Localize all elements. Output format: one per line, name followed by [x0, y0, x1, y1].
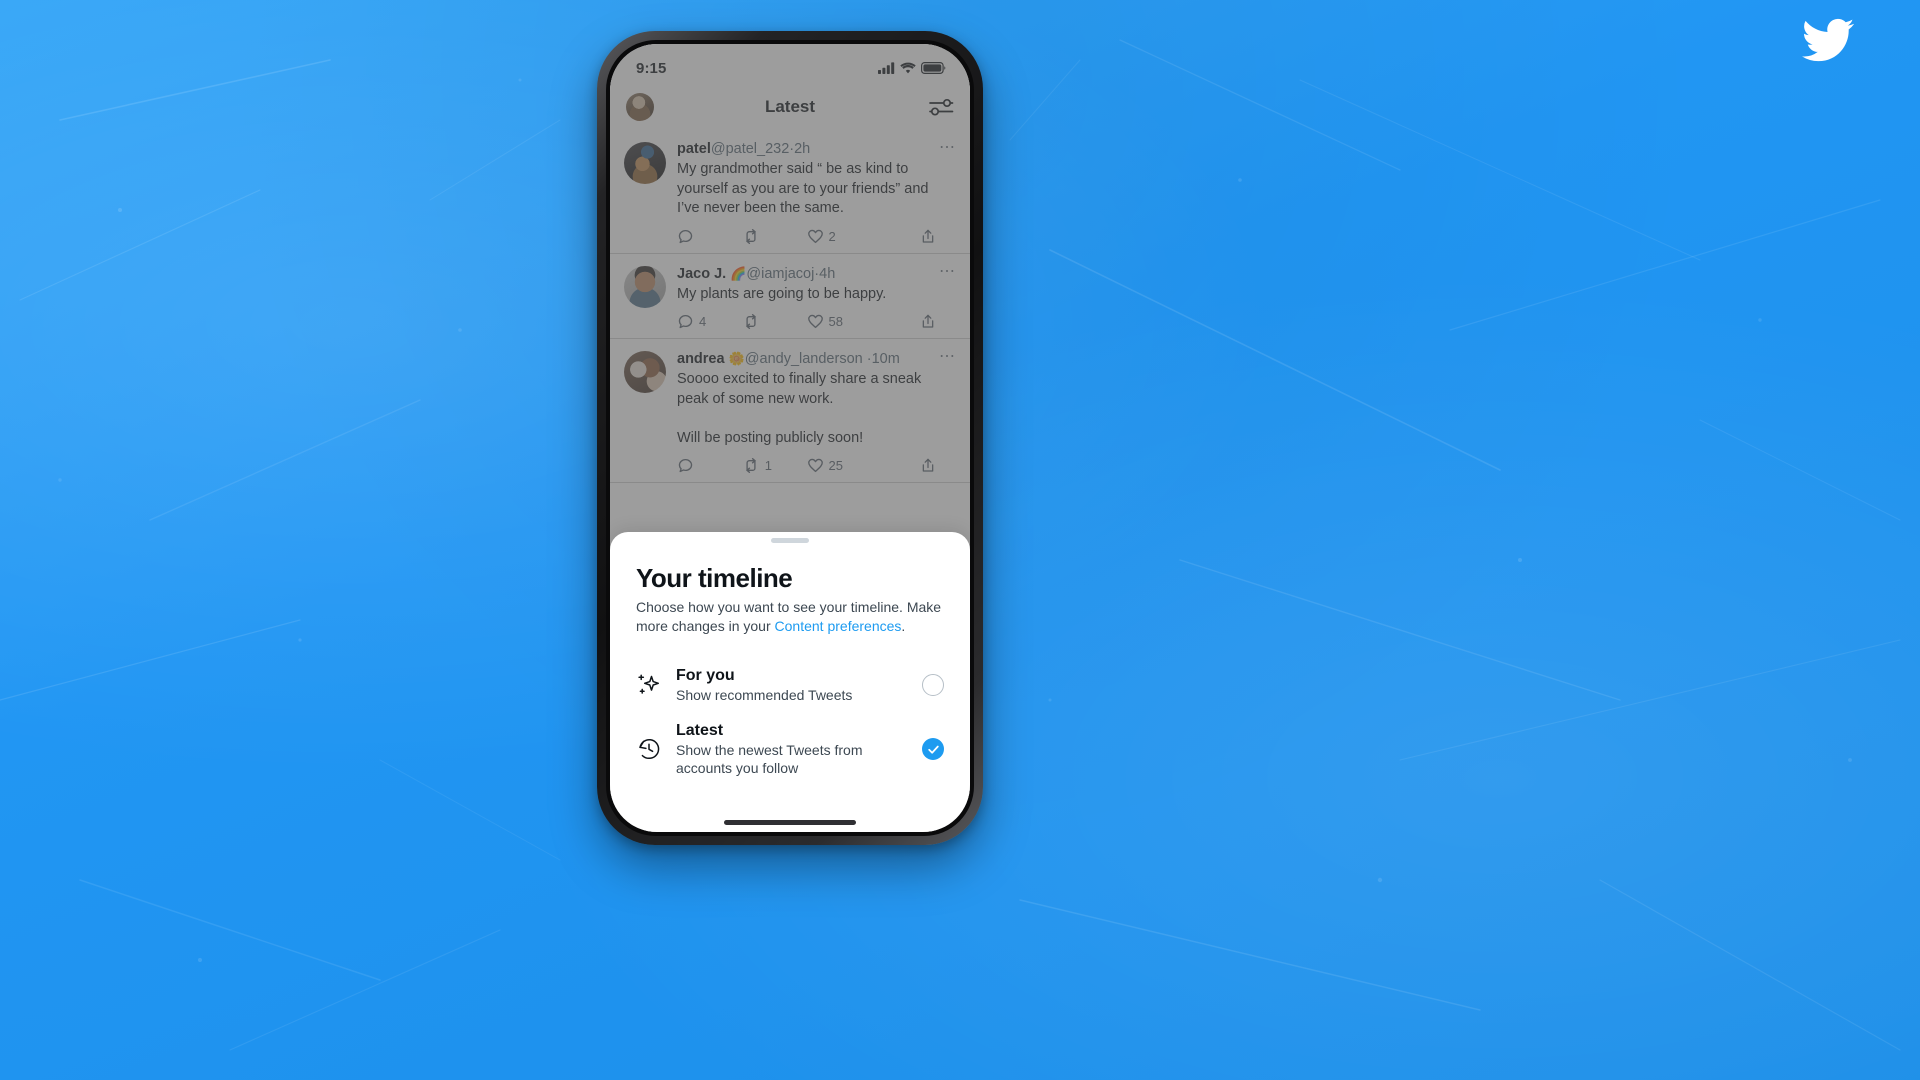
sliders-icon[interactable] — [928, 96, 954, 118]
sparkle-icon — [638, 674, 660, 694]
sheet-subtitle-part2: . — [901, 617, 906, 634]
share-button[interactable] — [871, 313, 936, 330]
twitter-bird-icon — [1802, 18, 1854, 62]
retweet-count: 1 — [764, 458, 772, 473]
wifi-icon — [900, 62, 916, 74]
phone-screen: 9:15 Latest ⋯ patel@patel_232·2h My gran… — [610, 44, 970, 832]
retweet-button[interactable] — [742, 313, 807, 330]
share-button[interactable] — [871, 457, 936, 474]
option-description: Show recommended Tweets — [676, 686, 853, 703]
tweet-timestamp: 10m — [871, 351, 900, 367]
share-button[interactable] — [871, 228, 936, 245]
tweet-actions: 2 — [677, 228, 936, 245]
timeline-options-list: For you Show recommended Tweets Latest S… — [636, 657, 944, 785]
tweet-actions: 1 25 — [677, 457, 936, 474]
radio-button-unselected[interactable] — [922, 674, 944, 696]
tweet-header: patel@patel_232·2h — [677, 140, 936, 159]
tweet-body: ⋯ Jaco J. 🌈@iamjacoj·4h My plants are go… — [677, 263, 956, 335]
share-icon — [922, 314, 934, 328]
option-description: Show the newest Tweets from accounts you… — [676, 742, 863, 776]
reply-button[interactable] — [677, 228, 742, 245]
option-text: For you Show recommended Tweets — [676, 666, 908, 705]
like-button[interactable]: 2 — [807, 228, 872, 245]
option-for-you[interactable]: For you Show recommended Tweets — [636, 657, 944, 713]
reply-icon — [678, 229, 693, 243]
tweet-text: My grandmother said “ be as kind to your… — [677, 161, 929, 216]
tweet-item[interactable]: ⋯ Jaco J. 🌈@iamjacoj·4h My plants are go… — [610, 254, 970, 339]
author-badge-emoji: 🌼 — [728, 351, 745, 366]
tweet-actions: 4 58 — [677, 313, 936, 330]
more-options-icon[interactable]: ⋯ — [939, 140, 956, 156]
tweet-author-handle: @andy_landerson — [744, 351, 863, 367]
tweet-body: ⋯ andrea 🌼@andy_landerson ·10m Soooo exc… — [677, 349, 956, 478]
radio-button-selected[interactable] — [922, 738, 944, 760]
content-preferences-link[interactable]: Content preferences — [775, 618, 902, 634]
page-title: Latest — [764, 97, 816, 116]
option-text: Latest Show the newest Tweets from accou… — [676, 721, 908, 777]
timeline-settings-sheet: Your timeline Choose how you want to see… — [610, 532, 970, 832]
retweet-icon — [745, 458, 756, 473]
author-badge-emoji: 🌈 — [730, 265, 747, 281]
tweet-author-handle: @patel_232 — [710, 141, 790, 157]
app-header: Latest — [610, 84, 970, 130]
reply-button[interactable]: 4 — [677, 313, 742, 330]
option-latest[interactable]: Latest Show the newest Tweets from accou… — [636, 713, 944, 785]
like-count: 2 — [828, 228, 836, 244]
tweet-header: andrea 🌼@andy_landerson ·10m — [677, 349, 936, 369]
like-button[interactable]: 58 — [807, 313, 872, 330]
tweet-author-handle: @iamjacoj — [746, 265, 815, 282]
sheet-title: Your timeline — [636, 563, 793, 593]
tweet-item[interactable]: ⋯ patel@patel_232·2h My grandmother said… — [610, 130, 970, 254]
reply-count: 4 — [699, 314, 707, 329]
heart-icon — [807, 314, 823, 329]
like-button[interactable]: 25 — [807, 457, 872, 474]
reply-icon — [678, 314, 693, 329]
battery-icon — [921, 62, 946, 74]
like-count: 58 — [828, 314, 843, 329]
checkmark-icon — [927, 745, 939, 754]
sheet-subtitle: Choose how you want to see your timeline… — [636, 598, 944, 635]
status-bar-icons — [878, 62, 946, 74]
option-title: Latest — [676, 722, 724, 739]
tweet-avatar[interactable] — [624, 265, 666, 308]
tweet-item[interactable]: ⋯ andrea 🌼@andy_landerson ·10m Soooo exc… — [610, 339, 970, 483]
profile-avatar[interactable] — [626, 93, 654, 121]
phone-device-frame: 9:15 Latest ⋯ patel@patel_232·2h My gran… — [597, 31, 983, 845]
like-count: 25 — [828, 458, 843, 473]
tweet-author-name: andrea — [677, 351, 725, 367]
heart-icon — [807, 458, 823, 473]
tweet-timestamp: 2h — [794, 141, 811, 157]
share-icon — [922, 229, 934, 243]
status-bar: 9:15 — [610, 44, 970, 84]
phone-bezel: 9:15 Latest ⋯ patel@patel_232·2h My gran… — [606, 40, 974, 836]
tweet-body: ⋯ patel@patel_232·2h My grandmother said… — [677, 140, 956, 249]
sheet-content: Your timeline Choose how you want to see… — [610, 543, 970, 785]
reply-button[interactable] — [677, 457, 742, 474]
history-clock-icon — [639, 738, 660, 760]
tweet-header: Jaco J. 🌈@iamjacoj·4h — [677, 264, 936, 284]
tweet-author-name: patel — [677, 141, 711, 157]
retweet-button[interactable]: 1 — [742, 457, 807, 474]
retweet-icon — [745, 228, 756, 244]
tweet-author-name: Jaco J. — [677, 265, 727, 282]
retweet-button[interactable] — [742, 228, 807, 245]
tweet-avatar[interactable] — [624, 351, 666, 393]
heart-icon — [807, 229, 823, 243]
share-icon — [922, 458, 934, 472]
tweet-text: My plants are going to be happy. — [677, 285, 887, 302]
tweet-avatar[interactable] — [624, 142, 666, 184]
cellular-signal-icon — [878, 62, 895, 74]
more-options-icon[interactable]: ⋯ — [939, 349, 956, 365]
home-indicator — [724, 820, 856, 825]
tweet-text: Soooo excited to finally share a sneak p… — [677, 371, 922, 446]
status-bar-clock: 9:15 — [636, 59, 667, 77]
reply-icon — [678, 458, 693, 473]
option-title: For you — [676, 666, 735, 684]
tweet-timestamp: 4h — [819, 265, 836, 282]
more-options-icon[interactable]: ⋯ — [939, 263, 956, 279]
retweet-icon — [745, 314, 756, 329]
